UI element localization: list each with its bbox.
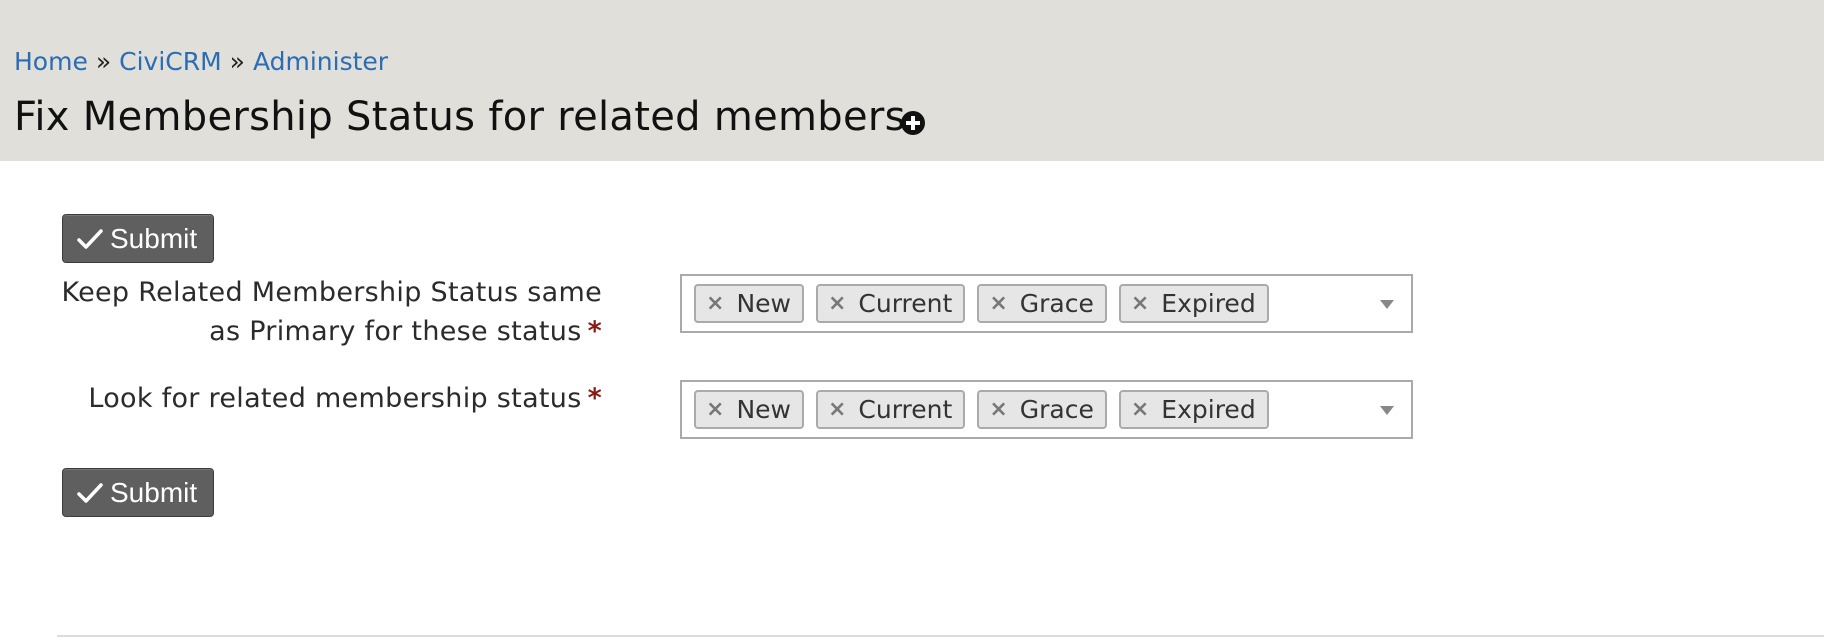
check-icon xyxy=(77,228,103,249)
breadcrumb: Home» CiviCRM» Administer xyxy=(14,47,388,76)
dropdown-arrow-icon[interactable] xyxy=(1380,406,1394,415)
tag-label: Current xyxy=(858,395,953,424)
status-tag-expired: × Expired xyxy=(1118,284,1269,323)
label-text: Look for related membership status xyxy=(88,383,582,414)
required-marker: * xyxy=(587,316,602,347)
dropdown-arrow-icon[interactable] xyxy=(1380,300,1394,309)
label-line: Look for related membership status * xyxy=(88,379,602,418)
breadcrumb-separator: » xyxy=(95,47,112,76)
tag-label: Expired xyxy=(1161,289,1256,318)
label-line: as Primary for these status * xyxy=(61,312,602,351)
breadcrumb-home-link[interactable]: Home xyxy=(14,47,88,76)
remove-tag-icon[interactable]: × xyxy=(828,291,846,316)
status-tag-current: × Current xyxy=(815,284,966,323)
page-title: Fix Membership Status for related member… xyxy=(14,94,919,140)
remove-tag-icon[interactable]: × xyxy=(828,397,846,422)
look-for-related-status-label: Look for related membership status * xyxy=(88,379,602,418)
breadcrumb-administer-link[interactable]: Administer xyxy=(253,47,388,76)
tag-label: Grace xyxy=(1019,289,1094,318)
status-tag-grace: × Grace xyxy=(977,390,1107,429)
tag-label: Current xyxy=(858,289,953,318)
breadcrumb-civicrm-link[interactable]: CiviCRM xyxy=(119,47,222,76)
selected-tags: × New × Current × Grace × Expired xyxy=(694,390,1269,429)
remove-tag-icon[interactable]: × xyxy=(989,291,1007,316)
status-tag-new: × New xyxy=(694,284,804,323)
label-text: as Primary for these status xyxy=(209,316,582,347)
remove-tag-icon[interactable]: × xyxy=(706,397,724,422)
breadcrumb-separator: » xyxy=(229,47,245,76)
remove-tag-icon[interactable]: × xyxy=(1131,291,1149,316)
tag-label: New xyxy=(736,395,791,424)
check-icon xyxy=(77,482,103,503)
tag-label: Expired xyxy=(1161,395,1256,424)
help-plus-icon[interactable] xyxy=(900,110,926,136)
remove-tag-icon[interactable]: × xyxy=(989,397,1007,422)
required-marker: * xyxy=(587,383,602,414)
look-for-related-status-select[interactable]: × New × Current × Grace × Expired xyxy=(680,380,1413,439)
submit-button-bottom[interactable]: Submit xyxy=(62,468,214,517)
remove-tag-icon[interactable]: × xyxy=(1131,397,1149,422)
keep-related-status-select[interactable]: × New × Current × Grace × Expired xyxy=(680,274,1413,333)
submit-button-label: Submit xyxy=(110,476,198,508)
status-tag-new: × New xyxy=(694,390,804,429)
keep-related-status-label: Keep Related Membership Status same as P… xyxy=(61,273,602,351)
status-tag-expired: × Expired xyxy=(1118,390,1269,429)
label-line: Keep Related Membership Status same xyxy=(61,277,602,308)
selected-tags: × New × Current × Grace × Expired xyxy=(694,284,1269,323)
tag-label: New xyxy=(736,289,791,318)
tag-label: Grace xyxy=(1019,395,1094,424)
submit-button-label: Submit xyxy=(110,222,198,254)
submit-button-top[interactable]: Submit xyxy=(62,214,214,263)
remove-tag-icon[interactable]: × xyxy=(706,291,724,316)
status-tag-current: × Current xyxy=(815,390,966,429)
page-header: Home» CiviCRM» Administer Fix Membership S… xyxy=(0,0,1824,161)
status-tag-grace: × Grace xyxy=(977,284,1107,323)
divider xyxy=(57,635,1824,637)
